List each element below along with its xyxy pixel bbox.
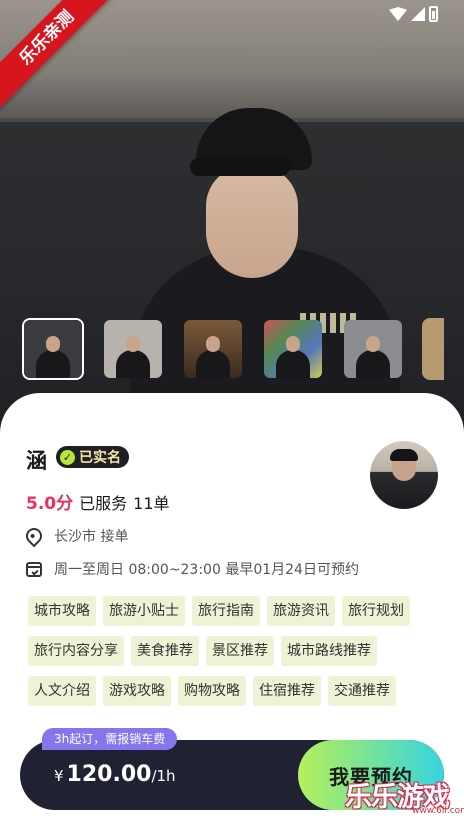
profile-name: 涵 <box>26 449 47 473</box>
watermark-url: www.6ll.com <box>412 806 464 816</box>
rating-row: 5.0分 已服务 11单 <box>26 489 170 514</box>
tag: 美食推荐 <box>131 636 199 666</box>
thumbnail-5[interactable] <box>342 318 404 380</box>
tag: 购物攻略 <box>178 676 246 706</box>
signal-icon <box>411 7 425 21</box>
currency-symbol: ¥ <box>54 767 64 785</box>
calendar-icon <box>26 561 42 577</box>
tag: 旅游小贴士 <box>103 596 185 626</box>
schedule-text: 周一至周日 08:00~23:00 最早01月24日可预约 <box>54 562 359 578</box>
verified-badge: ✓ 已实名 <box>56 446 129 468</box>
location-pin-icon <box>22 524 46 548</box>
tag-list: 城市攻略 旅游小贴士 旅行指南 旅游资讯 旅行规划 旅行内容分享 美食推荐 景区… <box>28 596 438 706</box>
tag: 城市路线推荐 <box>281 636 377 666</box>
price-unit: /1h <box>151 767 176 785</box>
check-icon: ✓ <box>60 449 75 465</box>
thumbnail-2[interactable] <box>102 318 164 380</box>
thumbnail-6[interactable] <box>422 318 444 380</box>
photo-person <box>130 108 400 440</box>
booking-hint: 3h起订，需报销车费 <box>42 728 178 750</box>
tag: 景区推荐 <box>206 636 274 666</box>
tag: 游戏攻略 <box>103 676 171 706</box>
thumbnail-4[interactable] <box>262 318 324 380</box>
city-text: 长沙市 <box>54 529 96 545</box>
tag: 交通推荐 <box>328 676 396 706</box>
thumbnail-1[interactable] <box>22 318 84 380</box>
schedule-row: 周一至周日 08:00~23:00 最早01月24日可预约 <box>26 559 359 579</box>
accept-text: 接单 <box>100 529 129 545</box>
avatar[interactable] <box>370 441 438 509</box>
served-count: 11单 <box>133 494 170 513</box>
tag: 旅游资讯 <box>267 596 335 626</box>
tag: 旅行内容分享 <box>28 636 124 666</box>
tag: 城市攻略 <box>28 596 96 626</box>
tag: 人文介绍 <box>28 676 96 706</box>
thumbnail-strip[interactable] <box>22 318 444 380</box>
price: ¥ 120.00 /1h <box>54 762 176 787</box>
tag: 旅行规划 <box>342 596 410 626</box>
wifi-icon <box>389 7 407 21</box>
location-row: 长沙市 接单 <box>22 524 129 548</box>
rating-score: 5.0分 <box>26 494 74 514</box>
battery-icon <box>429 6 438 22</box>
thumbnail-3[interactable] <box>182 318 244 380</box>
tag: 住宿推荐 <box>253 676 321 706</box>
price-amount: 120.00 <box>66 762 152 787</box>
verified-label: 已实名 <box>79 450 121 466</box>
status-bar <box>389 6 438 22</box>
served-label: 已服务 <box>79 494 128 513</box>
tag: 旅行指南 <box>192 596 260 626</box>
